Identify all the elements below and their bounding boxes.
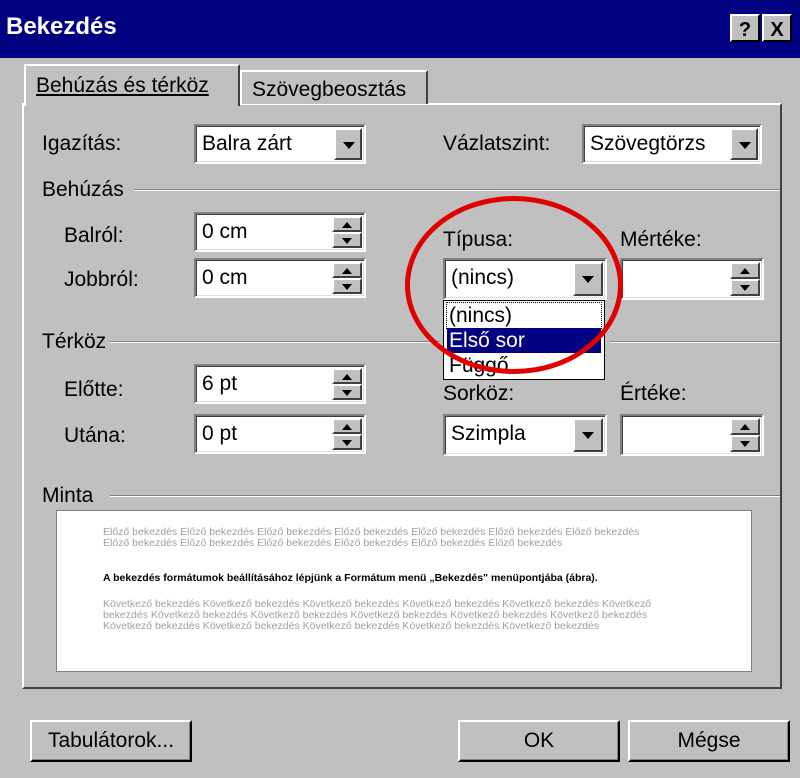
- spin-up-button[interactable]: [332, 262, 362, 278]
- spacing-after-spinner[interactable]: [332, 418, 362, 450]
- spacing-before-label: Előtte:: [64, 378, 124, 401]
- arrow-up-icon: [740, 268, 750, 274]
- spin-up-button[interactable]: [730, 262, 760, 279]
- indentation-group-title: Behúzás: [42, 178, 124, 201]
- indent-by-field[interactable]: [620, 258, 764, 300]
- spacing-group-title: Térköz: [42, 330, 107, 353]
- spin-down-button[interactable]: [332, 232, 362, 248]
- alignment-label: Igazítás:: [42, 132, 122, 155]
- indent-right-spinner[interactable]: [332, 262, 362, 294]
- spacing-after-field[interactable]: 0 pt: [194, 414, 366, 454]
- indent-by-spinner[interactable]: [730, 262, 760, 296]
- indent-left-label: Balról:: [64, 224, 124, 247]
- title-bar: Bekezdés ? X: [0, 0, 800, 58]
- chevron-down-icon: [739, 142, 751, 149]
- ok-button[interactable]: OK: [458, 720, 620, 762]
- line-spacing-at-field[interactable]: [620, 414, 764, 456]
- alignment-select[interactable]: Balra zárt: [194, 124, 366, 164]
- group-divider: [610, 341, 780, 343]
- arrow-up-icon: [342, 424, 352, 430]
- arrow-down-icon: [342, 238, 352, 244]
- indent-by-label: Mértéke:: [620, 228, 702, 251]
- arrow-down-icon: [342, 284, 352, 290]
- spacing-before-spinner[interactable]: [332, 368, 362, 400]
- spin-up-button[interactable]: [332, 216, 362, 232]
- indent-left-value: 0 cm: [202, 220, 248, 243]
- spin-down-button[interactable]: [332, 278, 362, 294]
- alignment-value: Balra zárt: [202, 132, 292, 155]
- cancel-button[interactable]: Mégse: [628, 720, 790, 762]
- arrow-down-icon: [342, 390, 352, 396]
- arrow-up-icon: [342, 222, 352, 228]
- spin-down-button[interactable]: [730, 435, 760, 452]
- help-button[interactable]: ?: [730, 14, 760, 42]
- annotation-circle: [405, 196, 623, 374]
- spacing-after-value: 0 pt: [202, 422, 238, 445]
- preview-previous-text: Előző bekezdés Előző bekezdés Előző beke…: [103, 526, 640, 549]
- arrow-down-icon: [342, 440, 352, 446]
- tab-indents-spacing[interactable]: Behúzás és térköz: [24, 64, 240, 106]
- spacing-before-field[interactable]: 6 pt: [194, 364, 366, 404]
- group-divider: [134, 189, 780, 191]
- outline-level-value: Szövegtörzs: [590, 132, 706, 155]
- chevron-down-icon: [343, 142, 355, 149]
- arrow-up-icon: [342, 374, 352, 380]
- outline-level-label: Vázlatszint:: [443, 132, 551, 155]
- preview-current-text: A bekezdés formátumok beállításához lépj…: [103, 572, 598, 584]
- outline-level-select[interactable]: Szövegtörzs: [582, 124, 762, 164]
- spin-down-button[interactable]: [730, 279, 760, 296]
- arrow-down-icon: [740, 285, 750, 291]
- group-divider: [110, 495, 780, 497]
- line-spacing-select[interactable]: Szimpla: [443, 414, 607, 456]
- line-spacing-at-label: Értéke:: [620, 382, 687, 405]
- indent-right-label: Jobbról:: [64, 268, 139, 291]
- outline-level-dropdown-button[interactable]: [730, 128, 758, 160]
- arrow-up-icon: [342, 268, 352, 274]
- alignment-dropdown-button[interactable]: [334, 128, 362, 160]
- spin-up-button[interactable]: [332, 368, 362, 384]
- tab-label: Behúzás és térköz: [36, 74, 209, 97]
- spacing-before-value: 6 pt: [202, 372, 238, 395]
- line-spacing-value: Szimpla: [451, 422, 526, 445]
- spin-down-button[interactable]: [332, 384, 362, 400]
- window-title: Bekezdés: [6, 13, 117, 40]
- line-spacing-at-spinner[interactable]: [730, 418, 760, 452]
- arrow-up-icon: [740, 424, 750, 430]
- line-spacing-dropdown-button[interactable]: [573, 418, 603, 452]
- indent-right-field[interactable]: 0 cm: [194, 258, 366, 298]
- line-spacing-label: Sorköz:: [443, 382, 515, 405]
- tab-label: Szövegbeosztás: [252, 78, 407, 101]
- preview-group-title: Minta: [42, 484, 94, 507]
- indent-left-spinner[interactable]: [332, 216, 362, 248]
- indent-right-value: 0 cm: [202, 266, 248, 289]
- group-divider: [110, 341, 440, 343]
- spacing-after-label: Utána:: [64, 424, 126, 447]
- arrow-down-icon: [740, 441, 750, 447]
- spin-up-button[interactable]: [730, 418, 760, 435]
- spin-up-button[interactable]: [332, 418, 362, 434]
- tabs-button[interactable]: Tabulátorok...: [30, 720, 192, 762]
- close-button[interactable]: X: [762, 14, 792, 42]
- tab-line-page-breaks[interactable]: Szövegbeosztás: [240, 70, 428, 104]
- preview-next-text: Következő bekezdés Következő bekezdés Kö…: [103, 598, 652, 632]
- chevron-down-icon: [582, 432, 594, 439]
- preview-box: Előző bekezdés Előző bekezdés Előző beke…: [56, 510, 752, 672]
- indent-left-field[interactable]: 0 cm: [194, 212, 366, 252]
- spin-down-button[interactable]: [332, 434, 362, 450]
